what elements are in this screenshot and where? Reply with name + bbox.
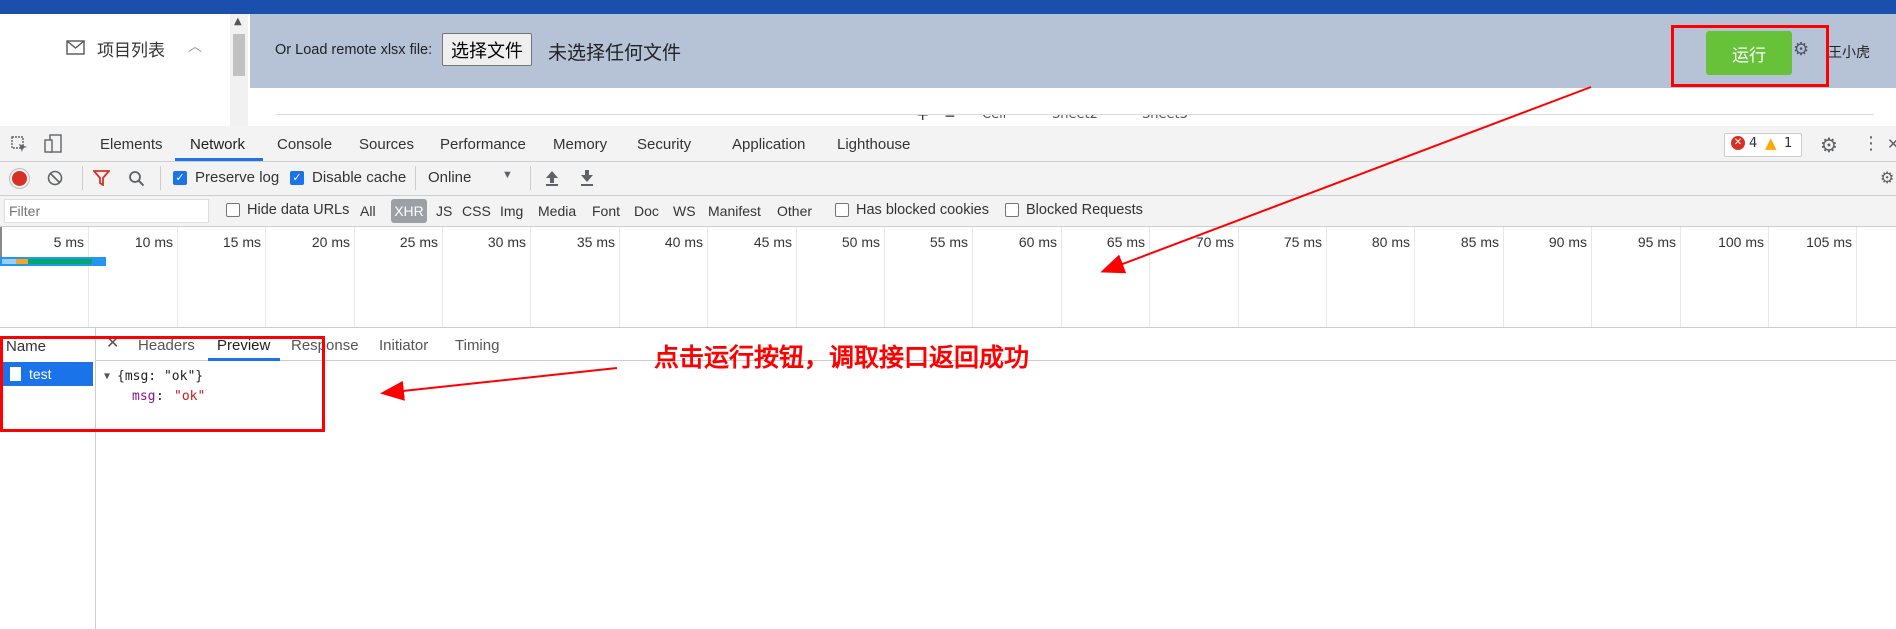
annotation-arrows — [380, 86, 1592, 401]
